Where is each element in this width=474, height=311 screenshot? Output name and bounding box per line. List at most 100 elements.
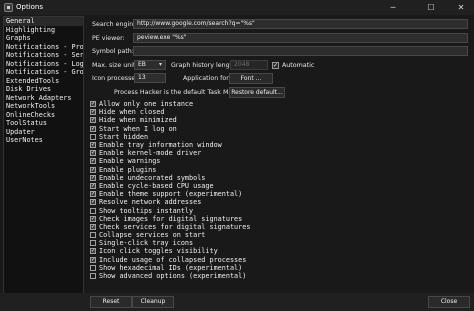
option-label: Enable warnings xyxy=(99,157,161,166)
option-tooltips-instantly[interactable]: Show tooltips instantly xyxy=(90,206,250,215)
chevron-down-icon: ▾ xyxy=(158,61,162,68)
sidebar-item-network-adapters[interactable]: Network Adapters xyxy=(4,94,83,103)
icon-processes-input[interactable]: 13 xyxy=(134,73,166,83)
option-label: Check images for digital signatures xyxy=(99,214,243,223)
option-hexadecimal-ids[interactable]: Show hexadecimal IDs (experimental) xyxy=(90,264,250,272)
checkbox[interactable]: ✓ xyxy=(90,215,96,222)
option-single-click-tray[interactable]: Single-click tray icons xyxy=(90,239,250,247)
automatic-label: Automatic xyxy=(282,62,315,69)
max-size-unit-value: EB xyxy=(138,61,146,68)
cleanup-button[interactable]: Cleanup xyxy=(132,296,174,308)
option-allow-one-instance[interactable]: ✓ Allow only one instance xyxy=(90,100,250,108)
bottom-button-bar: Reset Cleanup Close xyxy=(0,293,474,311)
option-start-hidden[interactable]: Start hidden xyxy=(90,133,250,141)
option-label: Single-click tray icons xyxy=(99,239,194,248)
option-label: Include usage of collapsed processes xyxy=(99,255,247,264)
checkbox[interactable]: ✓ xyxy=(90,248,96,255)
sidebar-item-networktools[interactable]: NetworkTools xyxy=(4,102,83,111)
graph-history-input[interactable]: 2048 xyxy=(230,60,268,70)
option-kernel-mode-driver[interactable]: ✓ Enable kernel-mode driver xyxy=(90,149,250,157)
checkbox[interactable] xyxy=(90,240,96,247)
option-icon-click-toggles[interactable]: ✓ Icon click toggles visibility xyxy=(90,247,250,255)
option-cycle-based-cpu[interactable]: ✓ Enable cycle-based CPU usage xyxy=(90,182,250,190)
checkbox[interactable] xyxy=(90,273,96,280)
sidebar-item-disk-drives[interactable]: Disk Drives xyxy=(4,85,83,94)
option-hide-when-minimized[interactable]: ✓ Hide when minimized xyxy=(90,116,250,124)
sidebar-item-general[interactable]: General xyxy=(4,17,83,26)
max-size-unit-select[interactable]: EB ▾ xyxy=(134,60,166,70)
sidebar-item-notifications-services[interactable]: Notifications - Servi xyxy=(4,51,83,60)
sidebar-item-usernotes[interactable]: UserNotes xyxy=(4,136,83,145)
pe-viewer-input[interactable]: peview.exe "%s" xyxy=(133,33,468,43)
checkbox[interactable]: ✓ xyxy=(90,256,96,263)
symbol-path-input[interactable] xyxy=(133,46,468,56)
sidebar-item-notifications-logging[interactable]: Notifications - Loggi xyxy=(4,60,83,69)
option-label: Hide when closed xyxy=(99,108,165,117)
sidebar-item-extendedtools[interactable]: ExtendedTools xyxy=(4,77,83,86)
checkbox[interactable]: ✓ xyxy=(90,101,96,108)
checkbox[interactable]: ✓ xyxy=(90,174,96,181)
checkbox[interactable] xyxy=(90,207,96,214)
sidebar-item-highlighting[interactable]: Highlighting xyxy=(4,26,83,35)
graph-history-label: Graph history length: xyxy=(171,62,239,69)
option-label: Check services for digital signatures xyxy=(99,222,251,231)
checkbox[interactable]: ✓ xyxy=(90,158,96,165)
checkbox[interactable]: ✓ xyxy=(90,223,96,230)
option-collapsed-usage[interactable]: ✓ Include usage of collapsed processes xyxy=(90,256,250,264)
max-size-unit-label: Max. size unit: xyxy=(92,62,138,69)
option-hide-when-closed[interactable]: ✓ Hide when closed xyxy=(90,108,250,116)
option-resolve-network-addresses[interactable]: ✓ Resolve network addresses xyxy=(90,198,250,206)
app-icon xyxy=(4,3,13,12)
pe-viewer-label: PE viewer: xyxy=(92,35,125,42)
application-font-label: Application font: xyxy=(183,75,235,82)
option-label: Collapse services on start xyxy=(99,231,206,240)
option-enable-plugins[interactable]: ✓ Enable plugins xyxy=(90,166,250,174)
sidebar-item-notifications-processes[interactable]: Notifications - Proce xyxy=(4,43,83,52)
option-check-image-signatures[interactable]: ✓ Check images for digital signatures xyxy=(90,215,250,223)
sidebar-item-onlinechecks[interactable]: OnlineChecks xyxy=(4,111,83,120)
checkbox[interactable]: ✓ xyxy=(90,182,96,189)
restore-default-button[interactable]: Restore default... xyxy=(229,87,285,98)
option-tray-info-window[interactable]: ✓ Enable tray information window xyxy=(90,141,250,149)
sidebar-item-notifications-growl[interactable]: Notifications - Growl xyxy=(4,68,83,77)
option-label: Hide when minimized xyxy=(99,116,177,125)
reset-button[interactable]: Reset xyxy=(90,296,132,308)
sidebar-item-toolstatus[interactable]: ToolStatus xyxy=(4,119,83,128)
option-label: Start when I log on xyxy=(99,124,177,133)
option-undecorated-symbols[interactable]: ✓ Enable undecorated symbols xyxy=(90,174,250,182)
checkbox[interactable]: ✓ xyxy=(90,150,96,157)
option-label: Enable tray information window xyxy=(99,141,222,150)
close-button[interactable]: Close xyxy=(428,296,470,308)
checkbox[interactable]: ✓ xyxy=(90,125,96,132)
option-label: Enable theme support (experimental) xyxy=(99,190,243,199)
checkbox[interactable]: ✓ xyxy=(90,166,96,173)
search-engine-input[interactable]: http://www.google.com/search?q="%s" xyxy=(133,19,468,29)
option-label: Enable kernel-mode driver xyxy=(99,149,202,158)
checkbox[interactable]: ✓ xyxy=(90,142,96,149)
checkbox[interactable] xyxy=(90,133,96,140)
option-check-service-signatures[interactable]: ✓ Check services for digital signatures xyxy=(90,223,250,231)
minimize-icon[interactable]: ─ xyxy=(380,0,406,15)
checkbox[interactable] xyxy=(90,232,96,239)
automatic-checkbox[interactable]: ✓ xyxy=(272,62,279,69)
options-list: ✓ Allow only one instance ✓ Hide when clos… xyxy=(90,100,250,280)
option-label: Enable undecorated symbols xyxy=(99,173,206,182)
close-icon[interactable]: ✕ xyxy=(448,0,474,15)
option-advanced-options[interactable]: Show advanced options (experimental) xyxy=(90,272,250,280)
font-button[interactable]: Font ... xyxy=(229,73,273,84)
option-label: Show hexadecimal IDs (experimental) xyxy=(99,263,243,272)
sidebar-item-graphs[interactable]: Graphs xyxy=(4,34,83,43)
option-enable-warnings[interactable]: ✓ Enable warnings xyxy=(90,157,250,165)
maximize-icon[interactable]: ☐ xyxy=(418,0,444,15)
checkbox[interactable]: ✓ xyxy=(90,191,96,198)
checkbox[interactable]: ✓ xyxy=(90,199,96,206)
options-sidebar: General Highlighting Graphs Notification… xyxy=(3,16,84,306)
sidebar-item-updater[interactable]: Updater xyxy=(4,128,83,137)
checkbox[interactable]: ✓ xyxy=(90,109,96,116)
option-start-on-logon[interactable]: ✓ Start when I log on xyxy=(90,125,250,133)
checkbox[interactable]: ✓ xyxy=(90,117,96,124)
option-label: Enable plugins xyxy=(99,165,157,174)
option-collapse-services[interactable]: Collapse services on start xyxy=(90,231,250,239)
option-theme-support[interactable]: ✓ Enable theme support (experimental) xyxy=(90,190,250,198)
checkbox[interactable] xyxy=(90,264,96,271)
